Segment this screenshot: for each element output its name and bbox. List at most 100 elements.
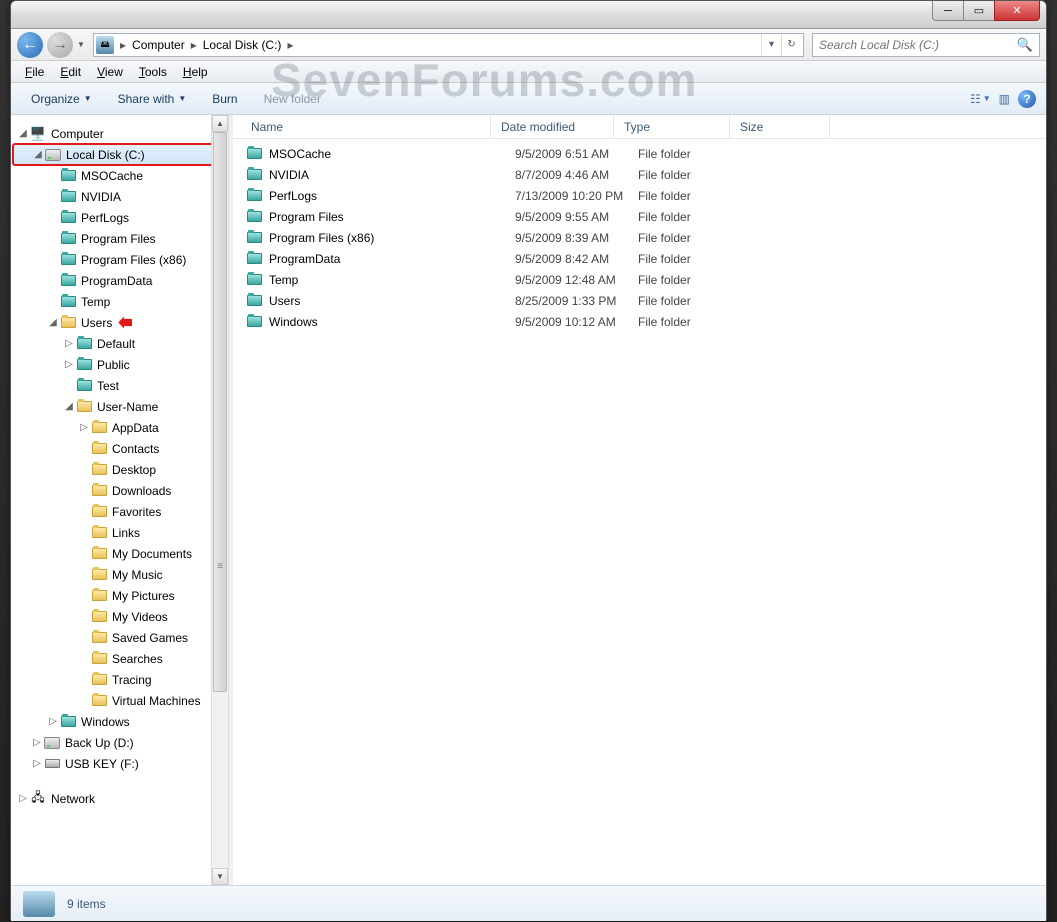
tree-folder[interactable]: Virtual Machines [13, 690, 228, 711]
search-icon[interactable]: 🔍 [1017, 37, 1033, 53]
search-input[interactable] [819, 38, 1017, 52]
file-row[interactable]: Program Files9/5/2009 9:55 AMFile folder [233, 206, 1046, 227]
back-button[interactable]: ← [17, 32, 43, 58]
breadcrumb-computer[interactable]: Computer [128, 38, 189, 52]
organize-button[interactable]: Organize▼ [21, 88, 102, 110]
tree-folder[interactable]: PerfLogs [13, 207, 228, 228]
tree-folder[interactable]: ▷Public [13, 354, 228, 375]
expand-icon[interactable]: ◢ [47, 317, 59, 328]
menu-tools[interactable]: Tools [131, 63, 175, 81]
scroll-thumb[interactable] [213, 132, 227, 692]
tree-network[interactable]: ▷🖧Network [13, 788, 228, 809]
burn-button[interactable]: Burn [202, 88, 247, 110]
expand-icon[interactable]: ▷ [63, 359, 75, 370]
tree-folder[interactable]: Searches [13, 648, 228, 669]
expand-icon[interactable]: ▷ [31, 737, 43, 748]
tree-folder[interactable]: Program Files [13, 228, 228, 249]
folder-icon [59, 252, 77, 268]
view-options-button[interactable]: ☷ ▼ [970, 92, 991, 106]
tree-folder[interactable]: Program Files (x86) [13, 249, 228, 270]
tree-folder[interactable]: Downloads [13, 480, 228, 501]
tree-folder[interactable]: Links [13, 522, 228, 543]
tree-folder[interactable]: MSOCache [13, 165, 228, 186]
tree-user-name[interactable]: ◢User-Name [13, 396, 228, 417]
maximize-button[interactable]: ▭ [963, 1, 995, 21]
tree-local-disk[interactable]: ◢Local Disk (C:) [13, 144, 228, 165]
tree-computer[interactable]: ◢🖥️Computer [13, 123, 228, 144]
menu-file[interactable]: File [17, 63, 52, 81]
expand-icon[interactable]: ▷ [47, 716, 59, 727]
tree-users[interactable]: ◢Users [13, 312, 228, 333]
tree-folder[interactable]: ProgramData [13, 270, 228, 291]
tree-folder[interactable]: Contacts [13, 438, 228, 459]
address-bar[interactable]: 🖴 ▸ Computer ▸ Local Disk (C:) ▸ ▾ ↻ [93, 33, 804, 57]
expand-icon[interactable]: ▷ [17, 793, 29, 804]
tree-label: My Music [112, 568, 163, 582]
forward-button[interactable]: → [47, 32, 73, 58]
tree-label: USB KEY (F:) [65, 757, 139, 771]
tree-folder[interactable]: My Pictures [13, 585, 228, 606]
menu-view[interactable]: View [89, 63, 131, 81]
refresh-button[interactable]: ↻ [781, 34, 801, 56]
expand-icon[interactable]: ▷ [63, 338, 75, 349]
tree-folder[interactable]: My Music [13, 564, 228, 585]
tree-folder[interactable]: Saved Games [13, 627, 228, 648]
column-date[interactable]: Date modified [491, 115, 614, 138]
menu-help[interactable]: Help [175, 63, 216, 81]
tree-folder[interactable]: NVIDIA [13, 186, 228, 207]
tree-usb-drive[interactable]: ▷ USB KEY (F:) [13, 753, 228, 774]
address-dropdown[interactable]: ▾ [761, 34, 781, 56]
tree-backup-drive[interactable]: ▷Back Up (D:) [13, 732, 228, 753]
titlebar[interactable]: ─ ▭ ✕ [11, 1, 1046, 29]
tree-label: Saved Games [112, 631, 188, 645]
file-row[interactable]: PerfLogs7/13/2009 10:20 PMFile folder [233, 185, 1046, 206]
file-date: 9/5/2009 8:39 AM [515, 231, 638, 245]
file-row[interactable]: Temp9/5/2009 12:48 AMFile folder [233, 269, 1046, 290]
column-name[interactable]: Name [233, 115, 491, 138]
breadcrumb-arrow[interactable]: ▸ [118, 38, 128, 52]
expand-icon[interactable]: ◢ [17, 128, 29, 139]
sidebar-scrollbar[interactable]: ▲ ▼ [211, 115, 228, 885]
column-type[interactable]: Type [614, 115, 730, 138]
preview-pane-button[interactable]: ▥ [999, 92, 1010, 106]
column-size[interactable]: Size [730, 115, 830, 138]
tree-folder[interactable]: Desktop [13, 459, 228, 480]
help-button[interactable]: ? [1018, 90, 1036, 108]
new-folder-button[interactable]: New folder [254, 88, 331, 110]
share-button[interactable]: Share with▼ [108, 88, 197, 110]
tree-folder[interactable]: My Videos [13, 606, 228, 627]
scroll-up-button[interactable]: ▲ [212, 115, 228, 132]
tree-label: Virtual Machines [112, 694, 201, 708]
search-box[interactable]: 🔍 [812, 33, 1040, 57]
breadcrumb-arrow[interactable]: ▸ [285, 38, 295, 52]
tree-folder[interactable]: ▷Default [13, 333, 228, 354]
file-row[interactable]: NVIDIA8/7/2009 4:46 AMFile folder [233, 164, 1046, 185]
annotation-arrow [118, 317, 132, 329]
folder-icon [90, 630, 108, 646]
menu-edit[interactable]: Edit [52, 63, 89, 81]
file-row[interactable]: Users8/25/2009 1:33 PMFile folder [233, 290, 1046, 311]
breadcrumb-location[interactable]: Local Disk (C:) [199, 38, 286, 52]
tree-folder[interactable]: Favorites [13, 501, 228, 522]
tree-folder[interactable]: ▷AppData [13, 417, 228, 438]
tree-folder[interactable]: Tracing [13, 669, 228, 690]
file-row[interactable]: ProgramData9/5/2009 8:42 AMFile folder [233, 248, 1046, 269]
tree-folder[interactable]: Temp [13, 291, 228, 312]
close-button[interactable]: ✕ [994, 1, 1040, 21]
scroll-down-button[interactable]: ▼ [212, 868, 228, 885]
tree-windows[interactable]: ▷Windows [13, 711, 228, 732]
file-row[interactable]: MSOCache9/5/2009 6:51 AMFile folder [233, 143, 1046, 164]
tree-folder[interactable]: My Documents [13, 543, 228, 564]
nav-history-dropdown[interactable]: ▼ [77, 40, 89, 49]
folder-icon [90, 483, 108, 499]
file-row[interactable]: Windows9/5/2009 10:12 AMFile folder [233, 311, 1046, 332]
file-row[interactable]: Program Files (x86)9/5/2009 8:39 AMFile … [233, 227, 1046, 248]
tree-folder[interactable]: Test [13, 375, 228, 396]
breadcrumb-arrow[interactable]: ▸ [189, 38, 199, 52]
file-type: File folder [638, 147, 754, 161]
expand-icon[interactable]: ◢ [63, 401, 75, 412]
expand-icon[interactable]: ◢ [32, 149, 44, 160]
expand-icon[interactable]: ▷ [31, 758, 43, 769]
minimize-button[interactable]: ─ [932, 1, 964, 21]
expand-icon[interactable]: ▷ [78, 422, 90, 433]
